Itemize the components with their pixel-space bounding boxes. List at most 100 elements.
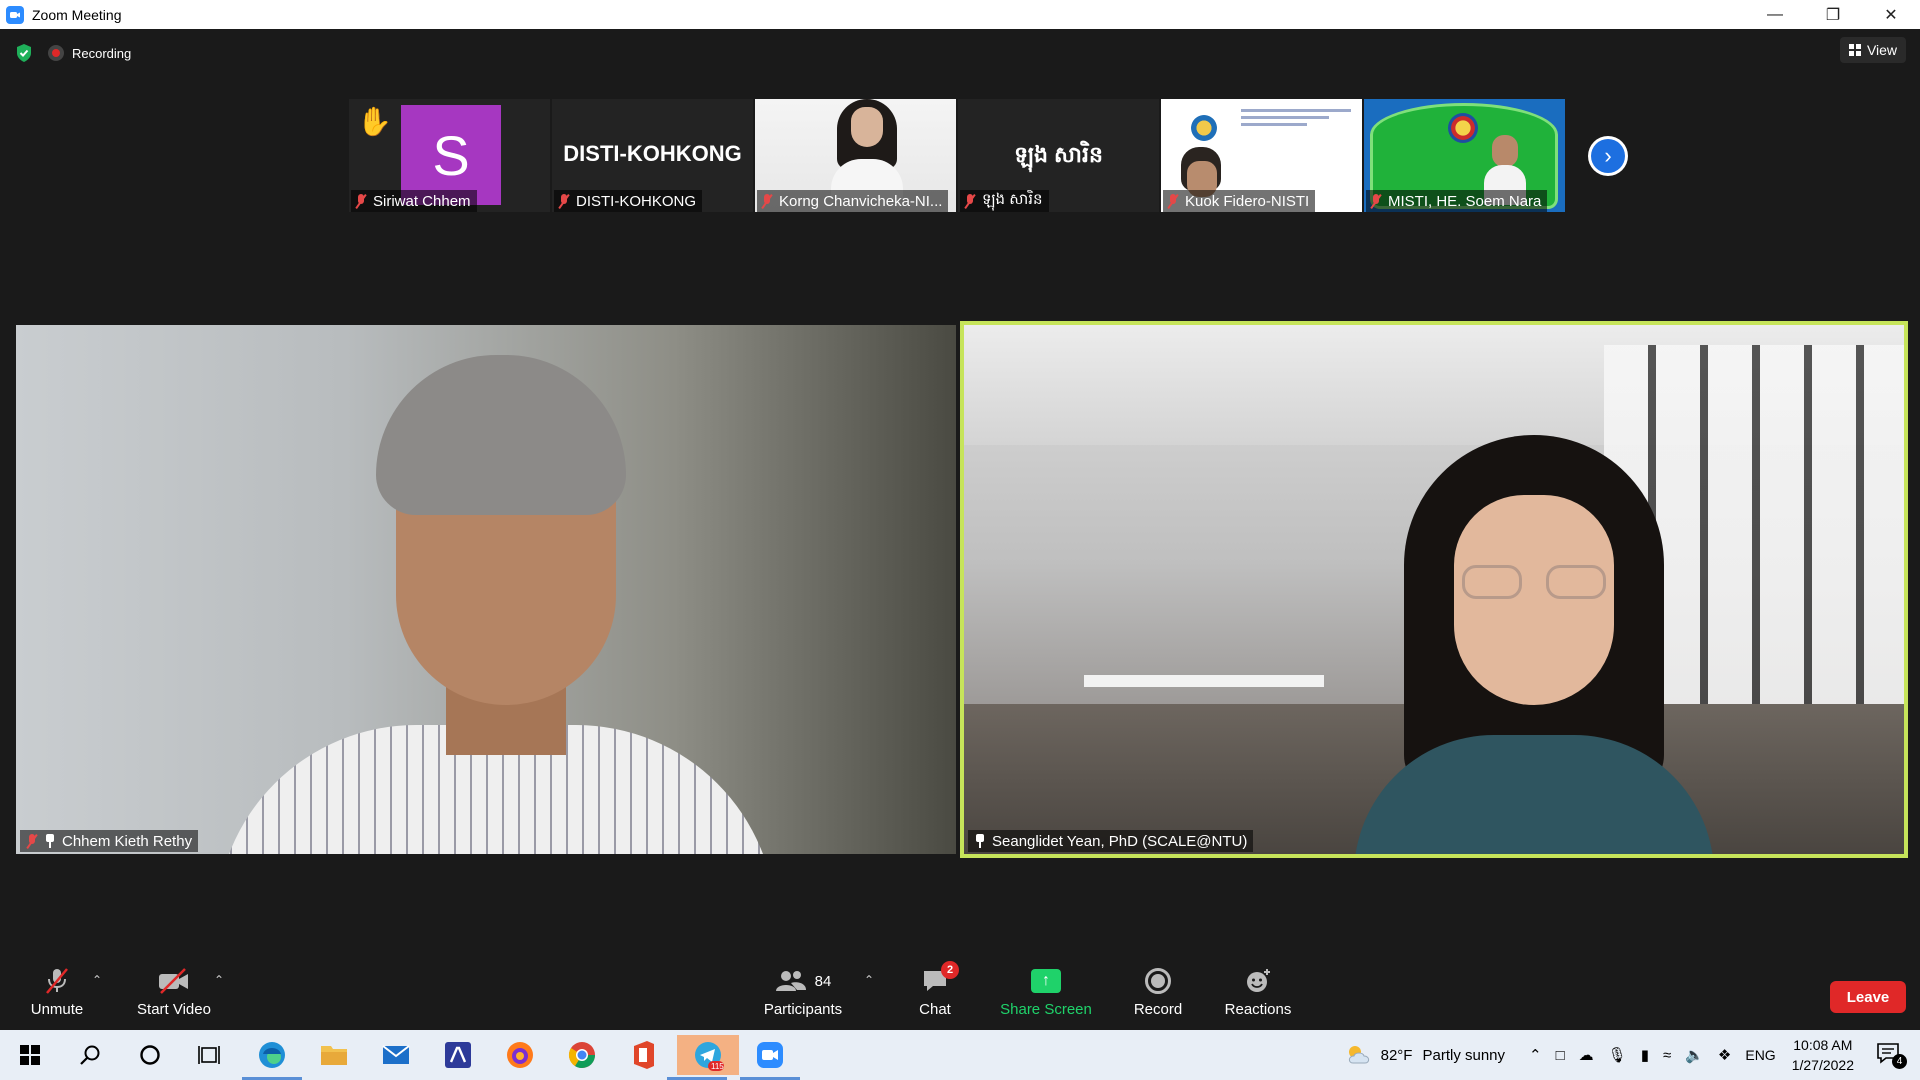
telegram-icon[interactable]: 115: [667, 1035, 739, 1080]
search-icon[interactable]: [70, 1035, 110, 1075]
firefox-icon[interactable]: [500, 1035, 540, 1075]
participant-name: Chhem Kieth Rethy: [62, 832, 193, 850]
video-off-icon: [159, 968, 188, 994]
participant-tile[interactable]: ✋ S Siriwat Chhem: [349, 99, 550, 212]
zoom-taskbar-icon[interactable]: [740, 1035, 800, 1080]
mic-muted-icon: [761, 194, 773, 208]
minimize-button[interactable]: —: [1746, 0, 1804, 29]
clock-time: 10:08 AM: [1793, 1037, 1853, 1053]
participant-tile[interactable]: MISTI, HE. Soem Nara: [1364, 99, 1565, 212]
chat-unread-badge: 2: [941, 961, 959, 979]
teamviewer-icon[interactable]: [438, 1035, 478, 1075]
chevron-right-icon: ›: [1591, 139, 1625, 173]
recording-label: Recording: [72, 45, 132, 61]
document-text-lines: [1241, 109, 1351, 139]
participant-name: Korng Chanvicheka-NI...: [779, 192, 943, 210]
participant-video: [196, 345, 796, 854]
reactions-smiley-icon: [1247, 969, 1270, 992]
participant-name: Seanglidet Yean, PhD (SCALE@NTU): [992, 832, 1248, 850]
battery-icon[interactable]: ▮: [1641, 1046, 1649, 1064]
mail-icon[interactable]: [376, 1035, 416, 1075]
participants-button[interactable]: 84 Participants: [758, 955, 848, 1030]
background-table: [1084, 675, 1324, 687]
chat-label: Chat: [919, 1001, 951, 1018]
unmute-button[interactable]: Unmute: [24, 955, 90, 1030]
chat-button[interactable]: 2 Chat: [910, 955, 960, 1030]
volume-icon[interactable]: 🔈: [1685, 1046, 1704, 1064]
participant-name-tag: Korng Chanvicheka-NI...: [757, 190, 949, 212]
wifi-icon[interactable]: ≈: [1663, 1047, 1671, 1064]
onedrive-cloud-icon[interactable]: ☁: [1579, 1046, 1594, 1064]
reactions-button[interactable]: Reactions: [1222, 955, 1294, 1030]
participant-name: ឡុង សារិន: [982, 191, 1043, 208]
video-options-caret-icon[interactable]: ⌃: [214, 973, 224, 987]
windows-taskbar: 115 82°F Partly sunny ⌃ □ ☁ 🎙 ▮ ≈ 🔈 ❖ EN…: [0, 1030, 1920, 1080]
participant-display-text: ឡុង សារិន: [1014, 142, 1103, 167]
start-video-label: Start Video: [137, 1001, 211, 1018]
audio-options-caret-icon[interactable]: ⌃: [92, 973, 102, 987]
share-screen-button[interactable]: ↑ Share Screen: [995, 955, 1097, 1030]
share-screen-icon: ↑: [1031, 969, 1061, 993]
weather-description[interactable]: Partly sunny: [1422, 1047, 1505, 1064]
record-button[interactable]: Record: [1128, 955, 1188, 1030]
share-screen-label: Share Screen: [1000, 1001, 1092, 1018]
participants-label: Participants: [763, 1001, 843, 1018]
participant-display-text: DISTI-KOHKONG: [563, 141, 742, 166]
participant-name-tag: Kuok Fidero-NISTI: [1163, 190, 1316, 212]
filmstrip-next-button[interactable]: ›: [1588, 136, 1628, 176]
participant-name-tag: Seanglidet Yean, PhD (SCALE@NTU): [968, 830, 1254, 852]
zoom-app-icon: [6, 5, 24, 24]
notifications-button[interactable]: 4: [1876, 1042, 1912, 1069]
participant-tile[interactable]: DISTI-KOHKONG DISTI-KOHKONG: [552, 99, 753, 212]
recording-indicator-icon[interactable]: [48, 45, 64, 61]
system-clock[interactable]: 10:08 AM 1/27/2022: [1792, 1035, 1854, 1075]
video-tile-left[interactable]: Chhem Kieth Rethy: [16, 325, 956, 854]
participant-tile[interactable]: Korng Chanvicheka-NI...: [755, 99, 956, 212]
leave-button[interactable]: Leave: [1830, 981, 1906, 1013]
chrome-icon[interactable]: [562, 1035, 602, 1075]
chevron-up-icon[interactable]: ⌃: [1529, 1046, 1542, 1064]
windows-start-icon[interactable]: [10, 1035, 50, 1075]
view-label: View: [1866, 42, 1898, 58]
system-tray: 82°F Partly sunny ⌃ □ ☁ 🎙 ▮ ≈ 🔈 ❖ ENG 10…: [1345, 1030, 1920, 1080]
participant-name-tag: Chhem Kieth Rethy: [20, 830, 199, 852]
pin-icon: [44, 834, 56, 848]
task-view-icon[interactable]: [190, 1035, 230, 1075]
start-video-button[interactable]: Start Video: [134, 955, 214, 1030]
pin-icon: [974, 834, 986, 848]
office-icon[interactable]: [624, 1035, 664, 1075]
participant-tile[interactable]: ឡុង សារិន ឡុង សារិន: [958, 99, 1159, 212]
participant-name: Kuok Fidero-NISTI: [1185, 192, 1310, 210]
cortana-icon[interactable]: [130, 1035, 170, 1075]
clock-date: 1/27/2022: [1791, 1057, 1854, 1073]
mic-muted-icon: [558, 194, 570, 208]
mic-muted-icon: [26, 834, 38, 848]
dropbox-icon[interactable]: ❖: [1718, 1046, 1731, 1064]
mic-muted-icon: [1370, 194, 1382, 208]
encryption-shield-icon[interactable]: [14, 43, 34, 63]
meet-now-icon[interactable]: □: [1556, 1047, 1565, 1064]
raised-hand-icon: ✋: [357, 106, 392, 137]
window-titlebar: Zoom Meeting — ❐ ✕: [0, 0, 1920, 29]
weather-temperature[interactable]: 82°F: [1381, 1047, 1413, 1064]
input-language[interactable]: ENG: [1745, 1047, 1775, 1063]
participants-count: 84: [814, 972, 832, 990]
microphone-icon[interactable]: 🎙: [1608, 1046, 1627, 1064]
participant-name: DISTI-KOHKONG: [576, 192, 697, 210]
video-tile-active-speaker[interactable]: Seanglidet Yean, PhD (SCALE@NTU): [960, 321, 1908, 858]
weather-partly-sunny-icon[interactable]: [1345, 1043, 1373, 1067]
participant-filmstrip: ✋ S Siriwat Chhem DISTI-KOHKONG DISTI-KO…: [349, 99, 1565, 212]
restore-button[interactable]: ❐: [1804, 0, 1862, 29]
edge-browser-icon[interactable]: [242, 1035, 302, 1080]
grid-view-icon: [1848, 44, 1861, 56]
close-button[interactable]: ✕: [1862, 0, 1920, 29]
participant-tile[interactable]: Kuok Fidero-NISTI: [1161, 99, 1362, 212]
participant-video: [1344, 435, 1744, 854]
file-explorer-icon[interactable]: [314, 1035, 354, 1075]
mic-muted-icon: [355, 194, 367, 208]
participant-name: Siriwat Chhem: [373, 192, 471, 210]
view-button[interactable]: View: [1840, 37, 1906, 63]
reactions-label: Reactions: [1224, 1001, 1292, 1018]
participant-name-tag: Siriwat Chhem: [351, 190, 477, 212]
participants-options-caret-icon[interactable]: ⌃: [864, 973, 874, 987]
